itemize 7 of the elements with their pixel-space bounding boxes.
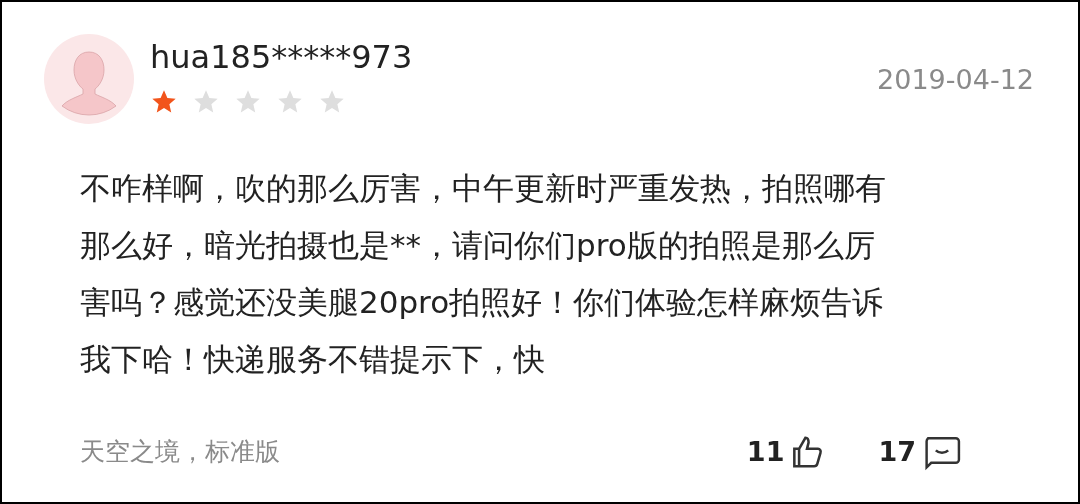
product-variant: 天空之境，标准版 xyxy=(80,436,280,468)
username: hua185*****973 xyxy=(150,38,413,76)
like-count: 11 xyxy=(746,434,785,469)
review-date: 2019-04-12 xyxy=(877,63,1034,97)
comment-count: 17 xyxy=(878,434,916,469)
avatar-icon xyxy=(44,34,134,124)
review-text: 不咋样啊，吹的那么厉害，中午更新时严重发热，拍照哪有那么好，暗光拍摄也是**，请问你们pro版的拍照是那么厉害吗？感觉还没美腿20pro拍照好！你们体验怎样麻烦告诉我下哈！快递服务不错提示下，快 xyxy=(80,169,887,379)
